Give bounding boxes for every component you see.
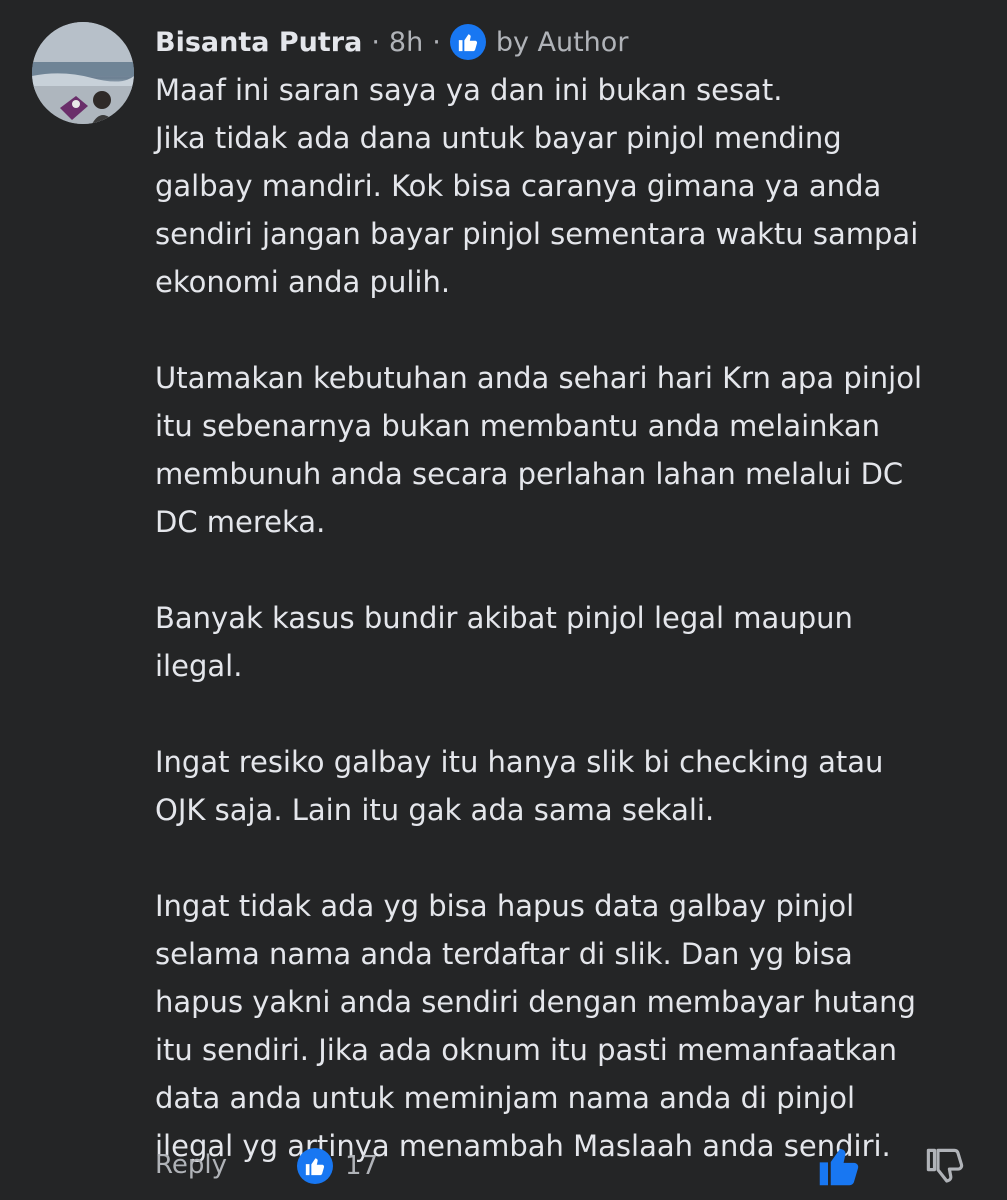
reaction-summary[interactable]: 17 [297, 1148, 378, 1184]
reaction-count: 17 [345, 1151, 379, 1181]
dislike-button[interactable] [924, 1146, 966, 1188]
comment-body: Maaf ini saran saya ya dan ini bukan ses… [155, 66, 985, 1170]
thumbs-down-icon [926, 1148, 964, 1183]
comment-paragraph: Ingat resiko galbay itu hanya slik bi ch… [155, 745, 884, 827]
comment-paragraph: Ingat tidak ada yg bisa hapus data galba… [155, 889, 916, 1163]
like-icon [449, 24, 486, 60]
comment-paragraph: Utamakan kebutuhan anda sehari hari Krn … [155, 361, 923, 539]
thumbs-up-icon [819, 1148, 859, 1186]
comment-header: Bisanta Putra · 8h · by Author [155, 22, 628, 62]
comment-paragraph: Maaf ini saran saya ya dan ini bukan ses… [155, 73, 919, 299]
comment-paragraph: Banyak kasus bundir akibat pinjol legal … [155, 601, 853, 683]
avatar-photo [32, 22, 134, 124]
separator: · [371, 26, 380, 58]
author-badge-label: by Author [495, 26, 629, 58]
like-icon [297, 1148, 333, 1184]
reply-button[interactable]: Reply [155, 1150, 227, 1180]
separator: · [432, 26, 441, 58]
comment: Bisanta Putra · 8h · by Author Maaf ini … [0, 0, 1007, 1200]
comment-footer: Reply 17 [155, 1144, 985, 1190]
avatar[interactable] [32, 22, 134, 124]
comment-time[interactable]: 8h [389, 27, 423, 58]
author-name[interactable]: Bisanta Putra [155, 27, 362, 58]
like-button[interactable] [817, 1144, 861, 1188]
